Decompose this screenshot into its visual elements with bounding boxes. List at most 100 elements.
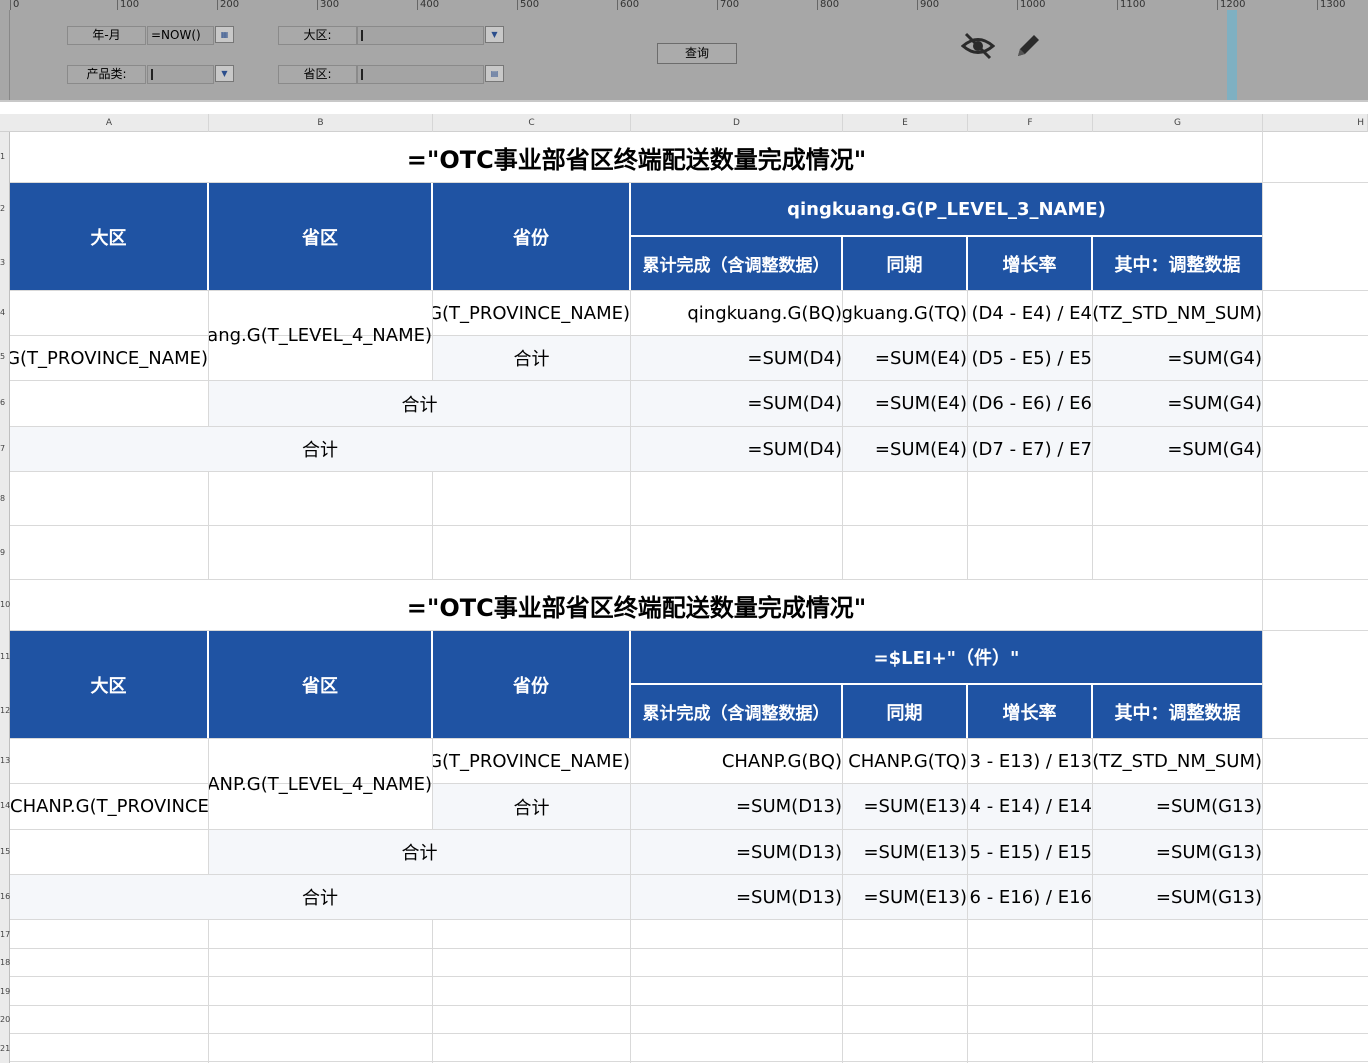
cell-G13[interactable]: (TZ_STD_NM_SUM) [1093, 739, 1262, 783]
row-number[interactable]: 17 [0, 930, 10, 940]
row-number[interactable]: 8 [0, 494, 10, 504]
column-header-cell[interactable]: G [1093, 114, 1263, 132]
product-input[interactable] [147, 65, 214, 84]
cell-F13[interactable]: (D13 - E13) / E13 [968, 739, 1092, 783]
cell-A13[interactable]: CHANP.G(T_PROVINCE_NAME) [10, 739, 208, 874]
header-province[interactable]: 省份 [433, 631, 630, 738]
cell-E5[interactable]: =SUM(E4) [843, 336, 967, 380]
cell-F16[interactable]: (D16 - E16) / E16 [968, 875, 1092, 919]
cell-D14[interactable]: =SUM(D13) [631, 784, 842, 829]
header-adjust[interactable]: 其中：调整数据 [1093, 237, 1262, 290]
row-number[interactable]: 7 [0, 444, 10, 454]
pencil-icon[interactable] [1011, 29, 1045, 63]
header-same-period[interactable]: 同期 [843, 237, 967, 290]
calendar-icon[interactable]: ▦ [215, 26, 234, 43]
cell-G7[interactable]: =SUM(G4) [1093, 427, 1262, 471]
row-number[interactable]: 3 [0, 258, 10, 268]
header-cumulative[interactable]: 累计完成（含调整数据） [631, 237, 842, 290]
tree-select-icon[interactable]: ▤ [485, 65, 504, 82]
cell-E15[interactable]: =SUM(E13) [843, 830, 967, 874]
header-region[interactable]: 大区 [10, 183, 208, 290]
cell-C4[interactable]: qingkuang.G(T_PROVINCE_NAME) [433, 291, 630, 335]
cell-E14[interactable]: =SUM(E13) [843, 784, 967, 829]
row-number[interactable]: 1 [0, 152, 10, 162]
header-growth[interactable]: 增长率 [968, 685, 1092, 738]
province-input[interactable] [357, 65, 484, 84]
cell-D5[interactable]: =SUM(D4) [631, 336, 842, 380]
cell-D13[interactable]: CHANP.G(BQ) [631, 739, 842, 783]
row-number[interactable]: 18 [0, 958, 10, 968]
row-number[interactable]: 11 [0, 652, 10, 662]
cell-C13[interactable]: CHANP.G(T_PROVINCE_NAME) [433, 739, 630, 783]
cell-G4[interactable]: (TZ_STD_NM_SUM) [1093, 291, 1262, 335]
cell-C14[interactable]: 合计 [433, 784, 630, 829]
row-number[interactable]: 14 [0, 801, 10, 811]
row-number[interactable]: 10 [0, 600, 10, 610]
cell-F5[interactable]: (D5 - E5) / E5 [968, 336, 1092, 380]
query-button[interactable]: 查询 [657, 43, 737, 64]
eye-slash-icon[interactable] [959, 28, 997, 64]
column-header-cell[interactable]: E [843, 114, 968, 132]
row-number[interactable]: 19 [0, 987, 10, 997]
cell-D6[interactable]: =SUM(D4) [631, 381, 842, 426]
cell-E4[interactable]: qingkuang.G(TQ) [843, 291, 967, 335]
row-number[interactable]: 4 [0, 308, 10, 318]
cell-F6[interactable]: (D6 - E6) / E6 [968, 381, 1092, 426]
cell-G14[interactable]: =SUM(G13) [1093, 784, 1262, 829]
column-header-cell[interactable]: C [433, 114, 631, 132]
header-growth[interactable]: 增长率 [968, 237, 1092, 290]
header-adjust[interactable]: 其中：调整数据 [1093, 685, 1262, 738]
cell-G16[interactable]: =SUM(G13) [1093, 875, 1262, 919]
column-header-cell[interactable]: F [968, 114, 1093, 132]
cell-A7[interactable]: 合计 [10, 427, 630, 471]
cell-E7[interactable]: =SUM(E4) [843, 427, 967, 471]
cell-B13[interactable]: CHANP.G(T_LEVEL_4_NAME) [209, 739, 432, 829]
cell-D16[interactable]: =SUM(D13) [631, 875, 842, 919]
cell-B6[interactable]: 合计 [209, 381, 630, 426]
row-number[interactable]: 9 [0, 548, 10, 558]
cell-G6[interactable]: =SUM(G4) [1093, 381, 1262, 426]
cell-D15[interactable]: =SUM(D13) [631, 830, 842, 874]
cell-F7[interactable]: (D7 - E7) / E7 [968, 427, 1092, 471]
cell-B4[interactable]: qingkuang.G(T_LEVEL_4_NAME) [209, 291, 432, 380]
row-number[interactable]: 21 [0, 1044, 10, 1054]
cell-G5[interactable]: =SUM(G4) [1093, 336, 1262, 380]
header-cumulative[interactable]: 累计完成（含调整数据） [631, 685, 842, 738]
row-number[interactable]: 13 [0, 756, 10, 766]
row-number[interactable]: 20 [0, 1015, 10, 1025]
cell-C5[interactable]: 合计 [433, 336, 630, 380]
year-month-input[interactable]: =NOW() [147, 26, 214, 45]
cell-G15[interactable]: =SUM(G13) [1093, 830, 1262, 874]
region-input[interactable] [357, 26, 484, 45]
cell-B15[interactable]: 合计 [209, 830, 630, 874]
row-number[interactable]: 12 [0, 706, 10, 716]
report-title[interactable]: ="OTC事业部省区终端配送数量完成情况" [10, 580, 1263, 630]
header-province[interactable]: 省份 [433, 183, 630, 290]
cell-A16[interactable]: 合计 [10, 875, 630, 919]
row-number[interactable]: 16 [0, 892, 10, 902]
header-region[interactable]: 大区 [10, 631, 208, 738]
cell-F4[interactable]: (D4 - E4) / E4 [968, 291, 1092, 335]
row-number[interactable]: 5 [0, 352, 10, 362]
header-same-period[interactable]: 同期 [843, 685, 967, 738]
cell-F14[interactable]: (D14 - E14) / E14 [968, 784, 1092, 829]
header-province-area[interactable]: 省区 [209, 183, 432, 290]
cell-D7[interactable]: =SUM(D4) [631, 427, 842, 471]
cell-E16[interactable]: =SUM(E13) [843, 875, 967, 919]
header-group[interactable]: qingkuang.G(P_LEVEL_3_NAME) [631, 183, 1262, 236]
header-group[interactable]: =$LEI+"（件）" [631, 631, 1262, 684]
row-number[interactable]: 15 [0, 847, 10, 857]
dropdown-icon[interactable]: ▼ [215, 65, 234, 82]
row-number[interactable]: 2 [0, 204, 10, 214]
dropdown-icon[interactable]: ▼ [485, 26, 504, 43]
column-header-cell[interactable]: A [10, 114, 209, 132]
cell-E6[interactable]: =SUM(E4) [843, 381, 967, 426]
column-header-cell[interactable]: B [209, 114, 433, 132]
cell-A4[interactable]: qingkuang.G(T_PROVINCE_NAME) [10, 291, 208, 426]
column-header-cell[interactable]: D [631, 114, 843, 132]
header-province-area[interactable]: 省区 [209, 631, 432, 738]
cell-D4[interactable]: qingkuang.G(BQ) [631, 291, 842, 335]
cell-F15[interactable]: (D15 - E15) / E15 [968, 830, 1092, 874]
cell-E13[interactable]: CHANP.G(TQ) [843, 739, 967, 783]
report-title[interactable]: ="OTC事业部省区终端配送数量完成情况" [10, 132, 1263, 182]
